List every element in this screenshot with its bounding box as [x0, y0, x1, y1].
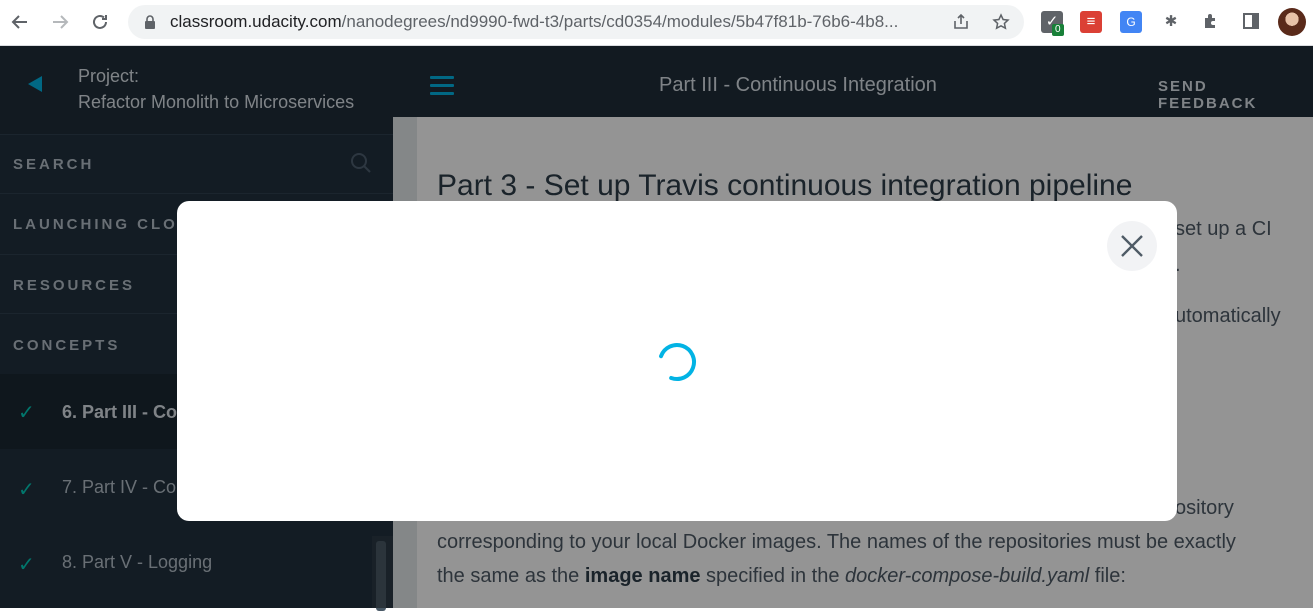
close-icon: [1121, 235, 1143, 257]
loading-modal: [177, 201, 1177, 521]
translate-icon[interactable]: G: [1120, 11, 1142, 33]
bug-icon[interactable]: ✱: [1160, 11, 1182, 33]
reload-icon[interactable]: [89, 11, 111, 33]
lock-icon: [145, 15, 155, 29]
share-icon[interactable]: [952, 13, 970, 31]
extension-badge: 0: [1052, 24, 1064, 36]
browser-toolbar: classroom.udacity.com/nanodegrees/nd9990…: [0, 0, 1313, 46]
forward-arrow-icon[interactable]: [49, 11, 71, 33]
close-button[interactable]: [1107, 221, 1157, 271]
address-bar[interactable]: classroom.udacity.com/nanodegrees/nd9990…: [128, 5, 1024, 39]
back-arrow-icon[interactable]: [9, 11, 31, 33]
loading-spinner-icon: [658, 343, 696, 381]
avatar[interactable]: [1278, 8, 1306, 36]
extension-check-icon[interactable]: ✓ 0: [1041, 11, 1064, 36]
url-text: classroom.udacity.com/nanodegrees/nd9990…: [170, 12, 899, 31]
puzzle-icon[interactable]: [1200, 11, 1222, 33]
todoist-icon[interactable]: ≡: [1080, 11, 1102, 33]
star-icon[interactable]: [992, 13, 1010, 31]
side-panel-icon[interactable]: [1240, 11, 1262, 33]
